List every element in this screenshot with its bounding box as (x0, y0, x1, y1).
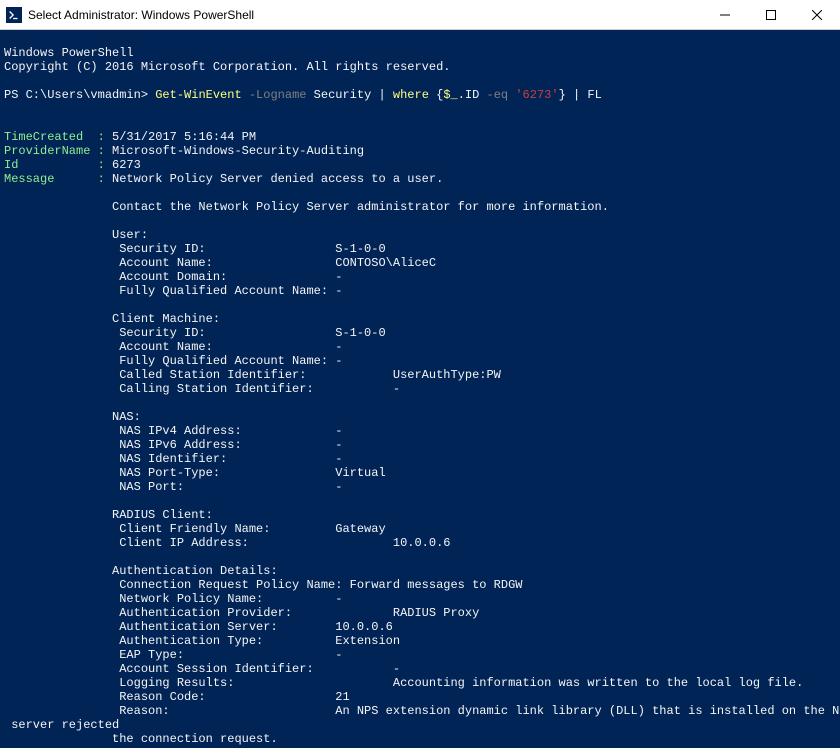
output-line: Fully Qualified Account Name: - (4, 354, 342, 368)
field-message: Message : Network Policy Server denied a… (4, 172, 443, 186)
output-line: Reason: An NPS extension dynamic link li… (4, 704, 840, 718)
output-line: Account Name: - (4, 340, 342, 354)
section-nas: NAS: (4, 410, 141, 424)
output-line: NAS IPv4 Address: - (4, 424, 342, 438)
field-providername: ProviderName : Microsoft-Windows-Securit… (4, 144, 364, 158)
message-body: Contact the Network Policy Server admini… (4, 200, 609, 214)
output-line: Authentication Server: 10.0.0.6 (4, 620, 393, 634)
output-line: Called Station Identifier: UserAuthType:… (4, 368, 501, 382)
window-titlebar: Select Administrator: Windows PowerShell (0, 0, 840, 30)
close-button[interactable] (794, 0, 840, 30)
output-line: NAS Port: - (4, 480, 342, 494)
section-radius-client: RADIUS Client: (4, 508, 213, 522)
output-line: Security ID: S-1-0-0 (4, 326, 386, 340)
field-id: Id : 6273 (4, 158, 141, 172)
output-line: Calling Station Identifier: - (4, 382, 400, 396)
output-line: Reason Code: 21 (4, 690, 350, 704)
output-line: Authentication Provider: RADIUS Proxy (4, 606, 479, 620)
banner-line: Copyright (C) 2016 Microsoft Corporation… (4, 60, 450, 74)
output-line: Account Name: CONTOSO\AliceC (4, 256, 436, 270)
output-line: Network Policy Name: - (4, 592, 342, 606)
maximize-button[interactable] (748, 0, 794, 30)
output-line: NAS Port-Type: Virtual (4, 466, 386, 480)
output-line: Logging Results: Accounting information … (4, 676, 803, 690)
output-line: server rejected (4, 718, 119, 732)
terminal-output[interactable]: Windows PowerShell Copyright (C) 2016 Mi… (0, 30, 840, 748)
output-line: Security ID: S-1-0-0 (4, 242, 386, 256)
field-timecreated: TimeCreated : 5/31/2017 5:16:44 PM (4, 130, 256, 144)
output-line: Authentication Type: Extension (4, 634, 400, 648)
output-line: Account Domain: - (4, 270, 342, 284)
output-line: Client IP Address: 10.0.0.6 (4, 536, 450, 550)
output-line: Account Session Identifier: - (4, 662, 400, 676)
section-auth-details: Authentication Details: (4, 564, 278, 578)
banner-line: Windows PowerShell (4, 46, 134, 60)
window-title: Select Administrator: Windows PowerShell (28, 8, 702, 22)
section-user: User: (4, 228, 148, 242)
output-line: the connection request. (4, 732, 278, 746)
prompt-line: PS C:\Users\vmadmin> Get-WinEvent -Logna… (4, 88, 602, 102)
output-line: Client Friendly Name: Gateway (4, 522, 386, 536)
output-line: NAS IPv6 Address: - (4, 438, 342, 452)
output-line: EAP Type: - (4, 648, 342, 662)
window-controls (702, 0, 840, 30)
section-client-machine: Client Machine: (4, 312, 220, 326)
output-line: NAS Identifier: - (4, 452, 342, 466)
minimize-button[interactable] (702, 0, 748, 30)
output-line: Fully Qualified Account Name: - (4, 284, 342, 298)
output-line: Connection Request Policy Name: Forward … (4, 578, 522, 592)
powershell-icon (6, 7, 22, 23)
